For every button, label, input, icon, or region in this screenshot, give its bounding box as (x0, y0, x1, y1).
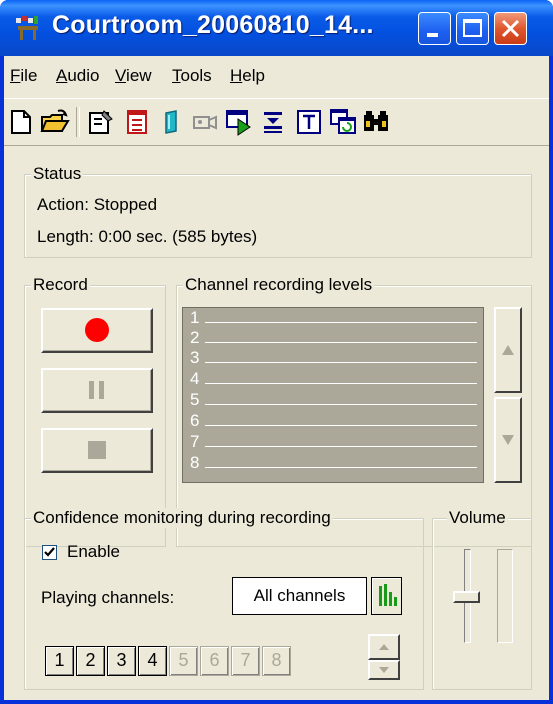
enable-checkbox[interactable] (42, 545, 57, 560)
status-title: Status (31, 164, 84, 184)
stop-icon (88, 441, 106, 459)
app-icon (16, 16, 38, 40)
channel-label: 5 (190, 390, 200, 409)
text-icon[interactable] (294, 107, 324, 137)
notes-icon[interactable] (122, 107, 152, 137)
channel-label: 8 (190, 453, 200, 472)
channel-label: 2 (190, 328, 200, 347)
minimize-button[interactable] (418, 12, 451, 45)
playing-channels-field[interactable]: All channels (232, 577, 367, 615)
restore-icon[interactable] (328, 107, 358, 137)
channel-label: 1 (190, 308, 200, 327)
client-area: File Audio View Tools Help Status Action… (4, 56, 549, 700)
stop-button[interactable] (41, 428, 153, 473)
toolbar (4, 98, 549, 146)
length-row: Length: 0:00 sec. (585 bytes) (37, 227, 257, 247)
menu-audio[interactable]: Audio (56, 66, 99, 86)
volume-title: Volume (447, 508, 508, 528)
app-window: Courtroom_20060810_14... File Audio View… (0, 0, 553, 704)
channel-select-button[interactable] (371, 577, 402, 615)
channel-button-2[interactable]: 2 (76, 646, 105, 676)
levels-scroll-down-button[interactable] (494, 397, 522, 483)
download-icon[interactable] (258, 107, 288, 137)
channel-label: 3 (190, 348, 200, 367)
maximize-icon (463, 19, 482, 37)
toolbar-separator (76, 107, 80, 137)
volume-group: Volume (432, 508, 532, 690)
channel-button-4[interactable]: 4 (138, 646, 167, 676)
channel-button-5[interactable]: 5 (169, 646, 198, 676)
levels-meter: 1 2 3 4 5 6 7 8 (182, 307, 484, 483)
levels-title: Channel recording levels (183, 275, 375, 295)
level-bar (205, 404, 477, 405)
channel-button-6[interactable]: 6 (200, 646, 229, 676)
menu-tools[interactable]: Tools (172, 66, 212, 86)
record-icon (85, 318, 109, 342)
level-bar (205, 342, 477, 343)
close-button[interactable] (494, 12, 527, 45)
checkmark-icon (44, 547, 55, 557)
menu-view[interactable]: View (115, 66, 152, 86)
menu-bar: File Audio View Tools Help (4, 56, 549, 96)
play-window-icon[interactable] (224, 107, 254, 137)
levels-scroll-up-button[interactable] (494, 307, 522, 393)
minimize-icon (427, 33, 438, 37)
channel-button-1[interactable]: 1 (45, 646, 74, 676)
channel-label: 4 (190, 369, 200, 388)
properties-icon[interactable] (86, 107, 116, 137)
level-bar (205, 446, 477, 447)
channels-scroll-down-button[interactable] (368, 660, 400, 680)
arrow-down-icon (502, 435, 514, 445)
channel-label: 6 (190, 411, 200, 430)
arrow-up-icon (502, 345, 514, 355)
close-icon (501, 19, 520, 38)
find-icon[interactable] (362, 107, 392, 137)
status-group: Status Action: Stopped Length: 0:00 sec.… (24, 164, 532, 258)
menu-help[interactable]: Help (230, 66, 265, 86)
pause-icon (89, 381, 104, 399)
channels-scroll-up-button[interactable] (368, 634, 400, 660)
enable-label[interactable]: Enable (67, 542, 120, 562)
action-label: Action: (37, 195, 89, 214)
camera-icon[interactable] (190, 107, 220, 137)
channel-button-3[interactable]: 3 (107, 646, 136, 676)
level-bar (205, 383, 477, 384)
level-bar (205, 425, 477, 426)
maximize-button[interactable] (456, 12, 489, 45)
window-title: Courtroom_20060810_14... (52, 11, 374, 39)
new-document-icon[interactable] (6, 107, 36, 137)
monitoring-title: Confidence monitoring during recording (31, 508, 333, 528)
volume-slider-thumb[interactable] (453, 591, 480, 603)
menu-file[interactable]: File (10, 66, 37, 86)
channel-label: 7 (190, 432, 200, 451)
level-bar (205, 362, 477, 363)
level-bar (205, 467, 477, 468)
bar-graph-icon (379, 584, 397, 606)
action-value: Stopped (93, 195, 158, 214)
marker-icon[interactable] (156, 107, 186, 137)
record-button[interactable] (41, 308, 153, 353)
volume-level-meter (497, 549, 513, 643)
channel-button-7[interactable]: 7 (231, 646, 260, 676)
action-row: Action: Stopped (37, 195, 157, 215)
length-label: Length: (37, 227, 94, 246)
playing-channels-label: Playing channels: (41, 588, 175, 607)
level-bar (205, 322, 477, 323)
length-value: 0:00 sec. (585 bytes) (98, 227, 258, 246)
arrow-up-icon (379, 644, 389, 650)
pause-button[interactable] (41, 368, 153, 413)
open-folder-icon[interactable] (40, 107, 70, 137)
arrow-down-icon (379, 667, 389, 673)
record-title: Record (31, 275, 90, 295)
title-bar[interactable]: Courtroom_20060810_14... (0, 0, 553, 56)
channel-button-8[interactable]: 8 (262, 646, 291, 676)
